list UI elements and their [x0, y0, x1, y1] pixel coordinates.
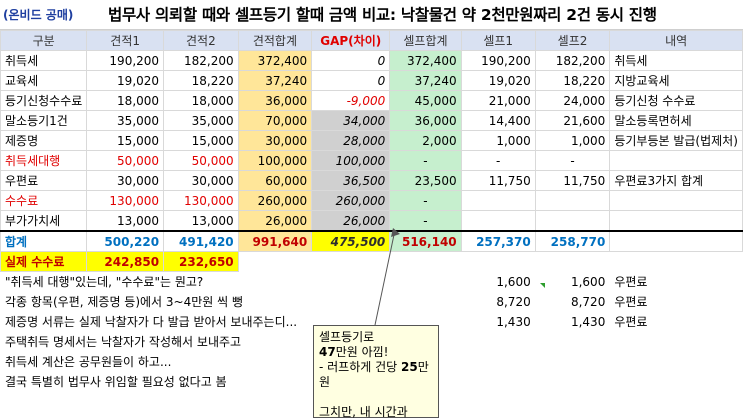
comment-line-5: 그치만, 내 시간과: [319, 405, 408, 419]
comment-line-3: - 러프하게 건당 25만원: [319, 360, 429, 389]
cell-comment-box[interactable]: 셀프등기로 47만원 아낌! - 러프하게 건당 25만원 그치만, 내 시간과: [313, 325, 439, 419]
comment-line-2: 47만원 아낌!: [319, 345, 389, 359]
cell-marker-icon: [540, 283, 545, 288]
comment-line-1: 셀프등기로: [319, 330, 375, 344]
comment-line-4: [319, 390, 433, 405]
